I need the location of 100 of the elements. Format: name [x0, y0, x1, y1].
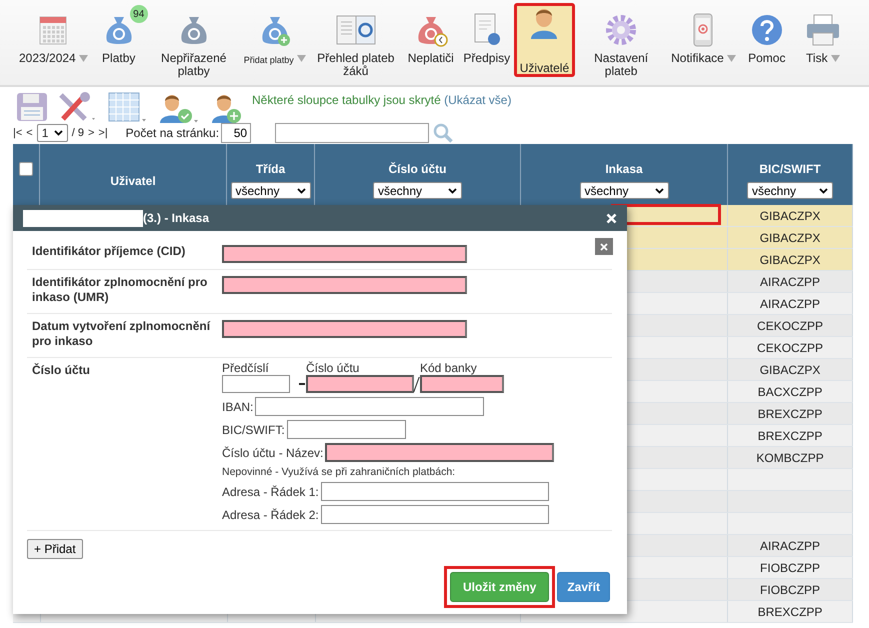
show-all-link[interactable]: (Ukázat vše) [444, 93, 512, 107]
table-cell: GIBACZPX [760, 230, 820, 244]
dropdown-arrow-icon[interactable] [78, 55, 88, 62]
calendar-icon [39, 15, 68, 45]
filter-select[interactable]: všechny [747, 182, 833, 199]
phone-icon [692, 13, 714, 47]
tools-icon[interactable] [58, 92, 98, 122]
select-all-checkbox[interactable] [19, 162, 33, 176]
page-select[interactable]: 1 [36, 124, 68, 142]
input-field[interactable] [320, 505, 549, 524]
toolbar-item[interactable]: Přehled plateb žáků [308, 4, 403, 76]
printer-icon [806, 14, 840, 46]
toolbar-item[interactable]: Neplatiči [402, 4, 459, 76]
search-icon[interactable] [433, 122, 454, 142]
help-icon [750, 14, 783, 46]
field-label: Adresa - Řádek 1: [222, 484, 319, 498]
field-label: Identifikátor příjemce (CID) [32, 244, 186, 259]
close-icon [600, 242, 608, 250]
toolbar-item[interactable]: Tisk [794, 4, 851, 76]
field-label: Adresa - Řádek 2: [222, 508, 319, 522]
column-title: Třída [256, 162, 286, 176]
field-label: Číslo účtu [306, 362, 360, 375]
user-check-icon[interactable] [158, 92, 200, 124]
input-field[interactable] [320, 482, 549, 501]
column-title: Inkasa [605, 162, 643, 176]
table-cell: GIBACZPX [760, 252, 820, 266]
per-page-label: Počet na stránku: [126, 126, 220, 140]
dropdown-arrow-icon[interactable] [726, 55, 736, 62]
field-label: IBAN: [222, 400, 254, 414]
close-icon[interactable] [606, 212, 617, 224]
dropdown-arrow-icon[interactable] [296, 55, 306, 62]
table-cell: BREXCZPP [758, 406, 822, 420]
input-field[interactable] [420, 375, 504, 393]
table-cell: BREXCZPP [758, 428, 822, 442]
table-cell: GIBACZPX [760, 362, 820, 376]
previous-page-link[interactable]: < [26, 126, 33, 138]
close-button[interactable]: Zavřít [557, 572, 610, 602]
toolbar-item[interactable]: Předpisy [458, 4, 515, 76]
notice-text: Některé sloupce tabulky jsou skryté [252, 93, 441, 107]
table-cell: BREXCZPP [758, 604, 822, 618]
remove-button[interactable] [595, 238, 613, 255]
column-title: BIC/SWIFT [759, 162, 821, 176]
table-cell: AIRACZPP [760, 296, 820, 310]
input-field[interactable] [325, 443, 554, 462]
field-label: Číslo účtu - Název: [222, 446, 324, 460]
dash-separator [299, 383, 305, 385]
first-page-link[interactable]: |< [13, 126, 22, 138]
filter-select[interactable]: všechny [230, 182, 310, 199]
add-button[interactable]: + Přidat [27, 539, 83, 559]
toolbar-item[interactable]: Notifikace [668, 4, 739, 76]
input-field[interactable] [286, 420, 406, 439]
chevron-icon [296, 188, 306, 194]
count-badge: 94 [130, 5, 148, 23]
user-add-icon[interactable] [210, 92, 242, 124]
dropdown-arrow-icon[interactable] [830, 55, 840, 62]
table-cell: KOMBCZPP [756, 450, 824, 464]
dialog-title: (3.) - Inkasa [143, 211, 210, 225]
search-field[interactable] [275, 122, 430, 142]
chevron-icon [448, 188, 457, 194]
input-field[interactable] [222, 320, 467, 338]
document-icon [472, 13, 502, 47]
table-cell: CEKOCZPP [757, 340, 824, 354]
chevron-icon [54, 130, 63, 136]
user-icon [529, 6, 560, 40]
filter-select[interactable]: všechny [373, 182, 462, 199]
toolbar-item[interactable]: Uživatelé [514, 4, 574, 76]
table-cell: BACXCZPP [758, 384, 822, 398]
chevron-icon [819, 188, 828, 194]
table-cell: GIBACZPX [760, 208, 820, 222]
field-label: Číslo účtu [32, 363, 92, 378]
table-cell: FIOBCZPP [760, 582, 820, 596]
input-field[interactable] [222, 375, 290, 393]
field-label: Identifikátor zplnomocnění pro inkaso (UMR) [32, 275, 208, 305]
field-label: Kód banky [420, 362, 478, 375]
input-field[interactable] [222, 276, 467, 294]
table-cell: CEKOCZPP [757, 318, 824, 332]
next-page-link[interactable]: > [88, 126, 94, 138]
per-page-field[interactable]: 50 [221, 122, 252, 142]
field-label: Datum vytvoření zplnomocnění pro inkaso [32, 319, 212, 349]
toolbar-item[interactable]: Nastavení plateb [574, 4, 668, 76]
toolbar-item[interactable]: Pomoc [738, 4, 795, 76]
toolbar-item[interactable]: Nepřiřazené platby [146, 4, 241, 76]
toolbar-item[interactable]: Přidat platby [240, 4, 309, 76]
last-page-link[interactable]: >| [98, 126, 108, 138]
gear-icon [605, 14, 638, 46]
field-label: BIC/SWIFT: [222, 422, 285, 436]
column-title: Číslo účtu [388, 162, 446, 176]
table-cell: AIRACZPP [760, 538, 820, 552]
save-icon[interactable] [16, 92, 48, 122]
chevron-icon [654, 188, 664, 194]
ledger-icon [336, 14, 376, 46]
table-columns-icon[interactable] [108, 92, 148, 124]
toolbar-item[interactable]: 2023/2024 [16, 4, 91, 76]
table-cell: FIOBCZPP [760, 560, 820, 574]
column-title: Uživatel [110, 174, 156, 188]
input-field[interactable] [306, 375, 414, 393]
input-field[interactable] [222, 245, 467, 263]
filter-select[interactable]: všechny [580, 182, 668, 199]
input-field[interactable] [255, 397, 484, 416]
toolbar-item[interactable]: 94 Platby [90, 4, 147, 76]
